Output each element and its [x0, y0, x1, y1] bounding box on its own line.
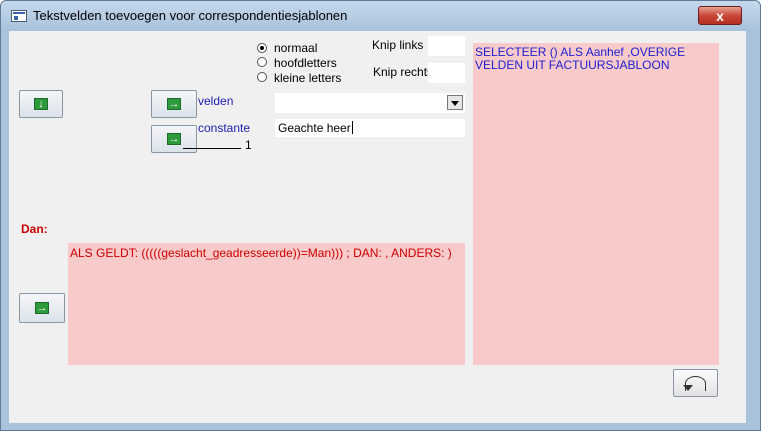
text-cursor [352, 121, 353, 134]
radio-normaal-label: normaal [274, 41, 318, 55]
knip-links-label: Knip links [372, 38, 424, 52]
divider-line [183, 148, 241, 149]
arrow-down-icon: ↓ [34, 98, 48, 110]
constante-input-value: Geachte heer [278, 121, 351, 135]
velden-label: velden [198, 94, 234, 108]
radio-hoofdletters[interactable] [257, 57, 267, 67]
undo-button[interactable] [673, 369, 718, 397]
radio-normaal[interactable] [257, 43, 267, 53]
dialog-window: Tekstvelden toevoegen voor correspondent… [0, 0, 761, 431]
arrow-right-icon: → [167, 133, 181, 145]
output-textarea[interactable]: SELECTEER () ALS Aanhef ,OVERIGE VELDEN … [473, 43, 719, 365]
knip-links-input[interactable] [428, 36, 465, 56]
dropdown-button[interactable] [447, 95, 463, 110]
counter-value: 1 [245, 138, 252, 152]
chevron-down-icon [451, 101, 459, 106]
constante-label: constante [198, 121, 251, 135]
condition-textarea[interactable]: ALS GELDT: (((((geslacht_geadresseerde))… [68, 243, 465, 365]
knip-rechts-input[interactable] [428, 63, 465, 83]
window-title: Tekstvelden toevoegen voor correspondent… [33, 8, 348, 23]
knip-rechts-label: Knip rechts [373, 65, 434, 79]
dialog-body: normaal hoofdletters kleine letters Knip… [9, 31, 746, 423]
form-icon [11, 10, 27, 22]
insert-condition-button[interactable]: → [19, 293, 65, 323]
add-veld-button[interactable]: → [151, 90, 197, 118]
dan-label: Dan: [21, 222, 48, 236]
undo-arrow-head [683, 385, 693, 391]
arrow-right-icon: → [167, 98, 181, 110]
velden-select[interactable] [275, 93, 465, 113]
arrow-right-icon: → [35, 302, 49, 314]
close-button[interactable]: x [698, 6, 742, 25]
constante-input[interactable]: Geachte heer [275, 119, 465, 137]
move-down-button[interactable]: ↓ [19, 90, 63, 118]
radio-hoofdletters-label: hoofdletters [274, 56, 337, 70]
radio-kleine-letters-label: kleine letters [274, 71, 342, 85]
titlebar: Tekstvelden toevoegen voor correspondent… [1, 1, 760, 31]
radio-kleine-letters[interactable] [257, 72, 267, 82]
